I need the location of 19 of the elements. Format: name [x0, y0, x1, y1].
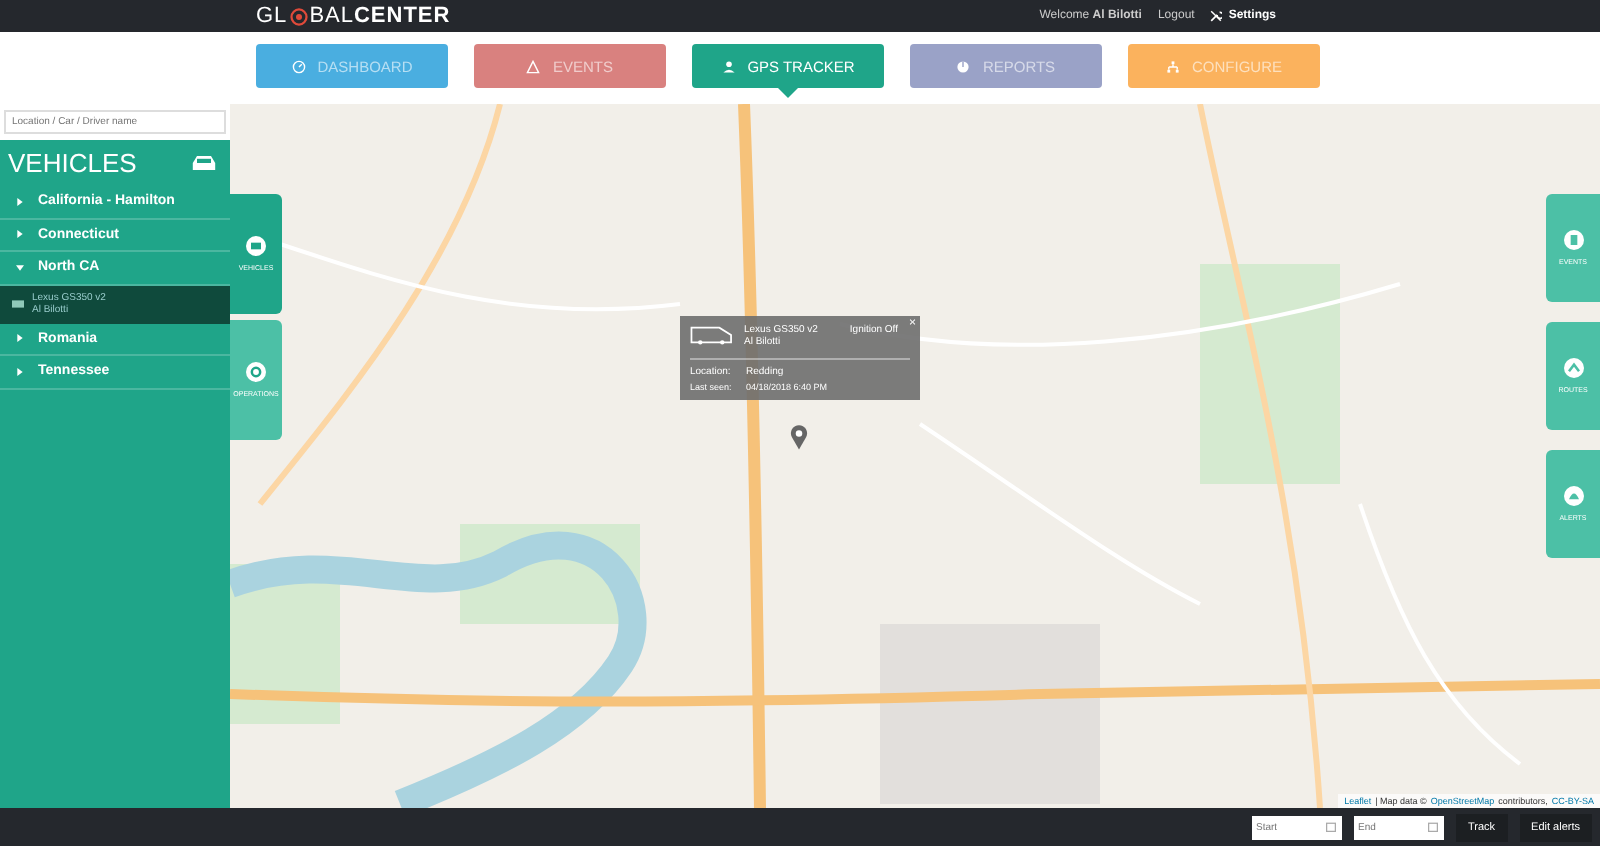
car-icon	[190, 154, 218, 172]
warning-icon	[526, 59, 541, 73]
target-icon	[289, 7, 308, 25]
logo-text: GL	[256, 4, 288, 28]
gauge-icon	[291, 59, 306, 73]
caret-right-icon	[16, 197, 24, 206]
caret-right-icon	[16, 230, 24, 239]
caret-right-icon	[16, 334, 24, 343]
car-icon	[246, 236, 266, 256]
sitemap-icon	[1166, 59, 1180, 73]
pie-icon	[956, 59, 971, 73]
map-pin-icon	[790, 424, 808, 450]
panel-title: VEHICLES	[8, 148, 137, 178]
caret-right-icon	[16, 367, 24, 376]
logo-text: BAL	[309, 4, 354, 28]
wrench-icon	[1210, 10, 1223, 22]
person-pin-icon	[721, 59, 736, 73]
logo-text: CENTER	[353, 4, 451, 28]
caret-down-icon	[16, 263, 24, 272]
